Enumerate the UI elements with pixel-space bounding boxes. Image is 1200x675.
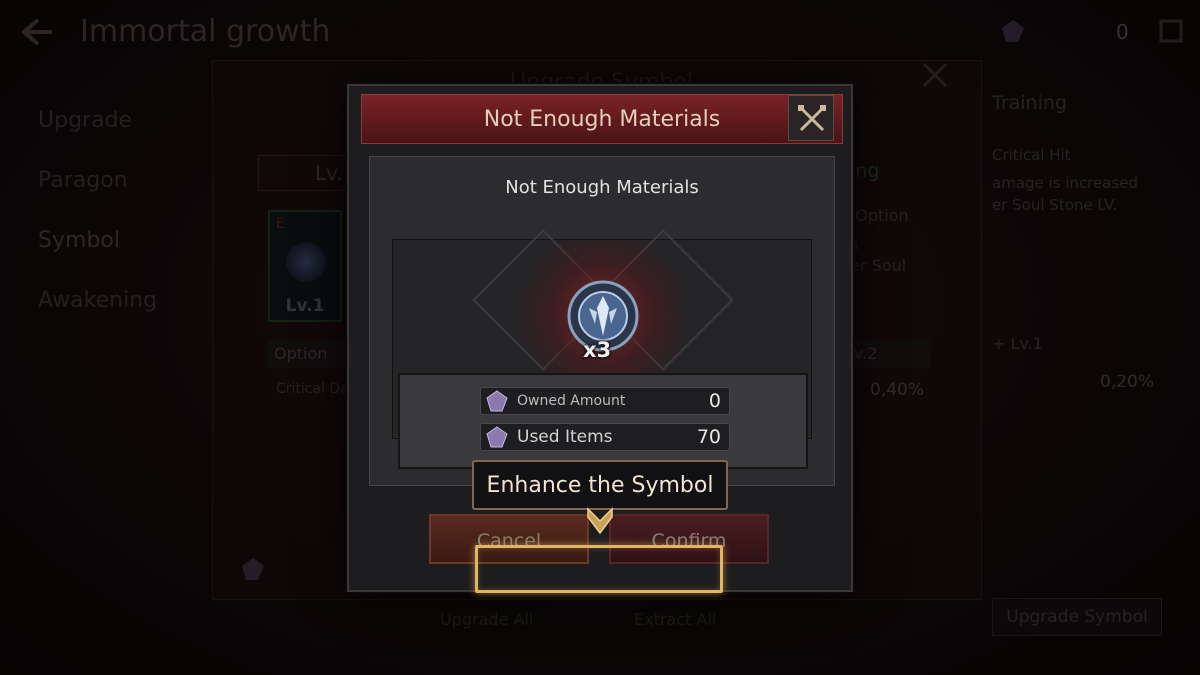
- crystal-icon: [486, 390, 508, 412]
- pointer-arrow-icon: [587, 507, 613, 535]
- material-stats: Owned Amount 0 Used Items 70: [398, 373, 808, 469]
- tutorial-highlight[interactable]: [475, 545, 723, 593]
- tutorial-tooltip-text: Enhance the Symbol: [486, 473, 714, 498]
- owned-amount-value: 0: [708, 390, 721, 412]
- dialog-message: Not Enough Materials: [505, 177, 699, 198]
- owned-amount-row: Owned Amount 0: [480, 387, 730, 415]
- dialog-header: Not Enough Materials: [361, 94, 843, 144]
- close-button[interactable]: [788, 95, 834, 141]
- owned-amount-label: Owned Amount: [517, 393, 626, 409]
- tutorial-tooltip: Enhance the Symbol: [472, 460, 728, 510]
- used-items-label: Used Items: [517, 427, 613, 447]
- item-quantity: x3: [583, 338, 612, 362]
- close-icon: [798, 105, 826, 132]
- used-items-value: 70: [696, 426, 721, 448]
- dialog-title: Not Enough Materials: [483, 107, 721, 132]
- used-items-row: Used Items 70: [480, 423, 730, 451]
- crystal-icon: [486, 426, 508, 448]
- dialog-content-panel: Not Enough Materials x3 Owned Amount 0 U…: [369, 156, 835, 486]
